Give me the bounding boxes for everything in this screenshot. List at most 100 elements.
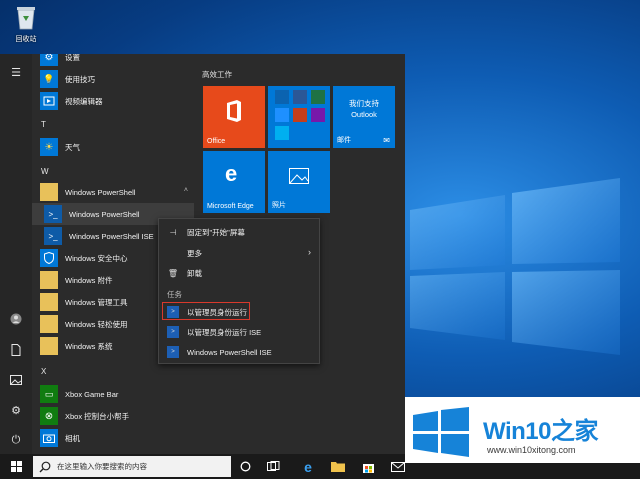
word-icon [293,90,307,104]
win10-logo-icon [413,407,469,457]
menu-item-label: 固定到"开始"屏幕 [187,227,245,237]
mail-icon [391,461,405,472]
folder-icon [40,183,58,201]
app-label: Xbox Game Bar [65,389,119,399]
shield-icon [40,249,58,267]
tile-label: 邮件 [337,137,351,144]
taskbar-search-box[interactable]: 在这里输入你要搜索的内容 [33,456,231,477]
pin-icon: ⊣ [169,227,177,237]
cortana-icon [240,461,250,472]
folder-icon [331,462,345,472]
weather-icon: ☀ [40,138,58,156]
pictures-icon[interactable] [6,370,26,390]
powershell-icon: >_ [44,205,62,223]
app-label: 视频编辑器 [65,96,103,106]
menu-item-powershell-ise[interactable]: > Windows PowerShell ISE [159,343,319,361]
app-label: Windows 附件 [65,275,113,285]
app-folder-powershell[interactable]: Windows PowerShell ˄ [32,181,194,203]
search-icon [39,461,51,472]
task-view-icon [266,461,279,471]
cortana-button[interactable] [234,456,256,477]
tile-office[interactable]: Office [203,86,265,148]
task-view-button[interactable] [262,456,284,477]
app-label: 天气 [65,142,80,152]
windows-wallpaper-logo [410,178,620,355]
menu-item-more[interactable]: 更多 › [159,244,319,262]
tile-mail-subtitle: Outlook [351,110,377,119]
taskbar-edge[interactable]: e [297,456,319,477]
power-icon[interactable]: ⏻ [6,430,26,450]
menu-item-run-ise-as-admin[interactable]: > 以管理员身份运行 ISE [159,323,319,341]
app-item-weather[interactable]: ☀ 天气 [32,136,194,158]
app-label: Windows PowerShell [65,187,136,197]
folder-icon [40,315,58,333]
recycle-bin[interactable]: 回收站 [8,4,44,44]
folder-icon [40,271,58,289]
watermark-title-suffix: 之家 [550,418,599,445]
app-item-video-editor[interactable]: 视频编辑器 [32,90,194,112]
windows-logo-icon [10,461,22,472]
app-item-xbox-game-bar[interactable]: ▭ Xbox Game Bar [32,383,194,405]
outlook-icon [275,90,289,104]
trash-icon: 🗑 [167,268,179,278]
settings-icon[interactable]: ⚙ [6,400,26,420]
menu-item-pin-to-start[interactable]: ⊣ 固定到"开始"屏幕 [159,223,319,241]
app-label: 相机 [65,433,80,443]
app-label: 使用技巧 [65,74,95,84]
hamburger-icon[interactable]: ☰ [6,62,26,82]
tile-photos[interactable]: 照片 [268,151,330,213]
taskbar-file-explorer[interactable] [327,456,349,477]
app-item-tips[interactable]: 💡 使用技巧 [32,68,194,90]
watermark-title-prefix: Win10 [483,418,551,445]
app-label: Windows 管理工具 [65,297,128,307]
app-label: Windows 轻松使用 [65,319,128,329]
app-label: Windows PowerShell ISE [69,231,154,241]
app-item-settings[interactable]: ⚙ 设置 [32,54,194,68]
start-rail: ☰ ⚙ ⏻ [0,54,32,454]
app-label: Windows 安全中心 [65,253,128,263]
onedrive-icon [275,108,289,122]
letter-header-t[interactable]: T [41,120,46,129]
tile-group-title[interactable]: 高效工作 [202,69,232,80]
tile-mail[interactable]: 我们支持 Outlook 邮件 ✉ [333,86,395,148]
photos-icon [289,168,309,184]
tile-edge[interactable]: e Microsoft Edge [203,151,265,213]
user-icon[interactable] [6,309,26,329]
mail-icon: ✉ [383,136,390,145]
menu-item-label: 更多 [187,248,202,258]
menu-item-uninstall[interactable]: 🗑 卸载 [159,264,319,282]
onenote-icon [311,108,325,122]
start-button[interactable] [0,454,32,479]
context-menu: ⊣ 固定到"开始"屏幕 更多 › 🗑 卸载 任务 > 以管理员身份运行 > 以管… [158,218,320,364]
powershell-ise-icon: > [167,326,179,338]
skype-icon [275,126,289,140]
menu-item-label: Windows PowerShell ISE [187,347,272,357]
edge-icon: e [304,458,312,475]
camera-icon [40,429,58,447]
watermark-url: www.win10xitong.com [487,445,576,455]
recycle-bin-label: 回收站 [15,36,37,43]
menu-section-tasks: 任务 [167,290,182,299]
tile-label: Office [207,138,226,145]
xbox-icon: ⊗ [40,407,58,425]
chevron-up-icon: ˄ [183,187,188,194]
powershell-ise-icon: >_ [44,227,62,245]
taskbar-store[interactable] [357,456,379,477]
tile-label: 照片 [272,202,286,209]
win10-watermark: Win10之家 www.win10xitong.com [405,397,640,463]
menu-item-label: 以管理员身份运行 ISE [187,327,262,337]
letter-header-w[interactable]: W [41,167,49,176]
video-editor-icon [40,92,58,110]
menu-item-label: 卸载 [187,268,202,278]
app-item-xbox-console-companion[interactable]: ⊗ Xbox 控制台小帮手 [32,405,194,427]
settings-icon: ⚙ [40,54,58,66]
tile-label: Microsoft Edge [207,203,254,210]
search-placeholder: 在这里输入你要搜索的内容 [57,462,147,471]
excel-icon [311,90,325,104]
chevron-right-icon: › [308,247,311,257]
document-icon[interactable] [6,340,26,360]
app-item-camera[interactable]: 相机 [32,427,194,449]
app-label: Windows 系统 [65,341,113,351]
letter-header-x[interactable]: X [41,367,46,376]
tile-office-apps-group[interactable] [268,86,330,148]
